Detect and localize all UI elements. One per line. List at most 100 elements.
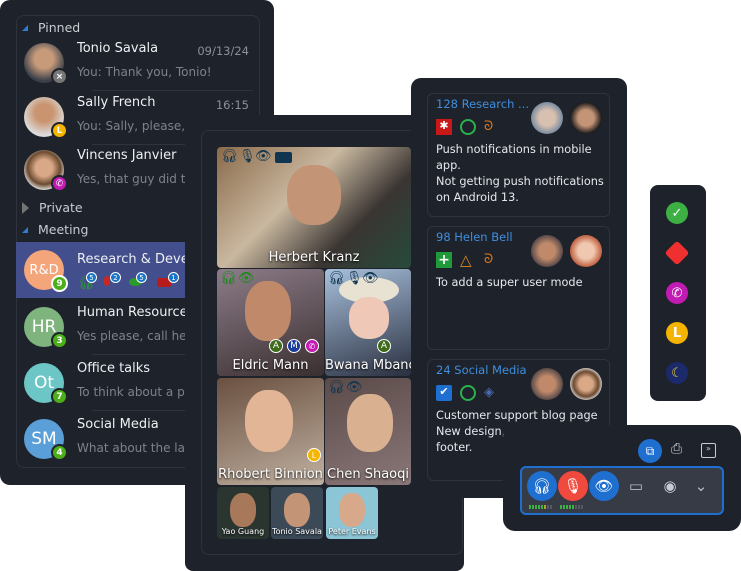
chat-item-tonio[interactable]: × Tonio Savala 09/13/24 You: Thank you, … [16,35,273,91]
assignee-avatar [570,368,602,400]
screen-share-active-icon[interactable]: ⧉ [638,439,662,463]
level-segment [532,505,534,509]
eye-icon: 👁︎ [346,380,363,395]
bug-icon: ✱ [436,119,452,135]
level-segment [575,505,577,509]
video-tile[interactable]: 🎧︎ 👁︎ Chen Shaoqi [325,378,411,485]
level-segment [581,505,583,509]
away-status-icon[interactable]: L [666,322,688,344]
on-call-icon: ✆ [305,339,319,353]
available-status-icon[interactable]: ✓ [666,202,688,224]
offline-icon: × [51,68,68,85]
expanded-icon [22,24,28,31]
member-count: 4 [51,444,68,461]
meeting-name: Office talks [77,361,151,376]
message-preview: What about the late [77,441,198,455]
level-segment [541,505,543,509]
task-title: 24 Social Media [436,363,527,377]
more-chevron-icon[interactable]: ⌄ [686,471,716,501]
task-card[interactable]: 128 Research ... ✱ ᘐ Push notifications … [427,93,610,217]
mic-toggle[interactable]: 🎙︎ [558,471,588,501]
section-label: Private [39,200,83,215]
role-badge: A [269,339,283,353]
away-clock-icon: L [51,122,68,139]
level-segment [566,505,568,509]
mic-icon: 🎙︎ [239,149,256,164]
layers-icon: ◈ [484,385,494,400]
video-tile-small[interactable]: Yao Guang [217,487,269,539]
expand-panel-icon[interactable]: » [701,443,716,458]
level-segment [560,505,562,509]
headphones-count: 5 [86,272,97,283]
share-screen-icon[interactable]: ⎙ [671,441,682,457]
member-count: 9 [51,275,68,292]
message-preview: Yes please, call her a [77,329,203,343]
contact-name: Tonio Savala [77,41,159,56]
camera-toggle[interactable]: ▭ [621,471,651,501]
circle-status-icon [460,119,476,135]
level-segment [535,505,537,509]
assignee-icon: ᘐ [484,252,494,267]
section-private[interactable]: Private [22,200,83,215]
level-segment [563,505,565,509]
video-tile-main[interactable]: 🎧︎ 🎙︎ 👁︎ Herbert Kranz [217,147,411,268]
participant-name: Eldric Mann [232,358,309,373]
contact-name: Sally French [77,95,156,110]
triangle-priority-icon: △ [460,251,472,269]
section-meeting[interactable]: Meeting [22,222,88,237]
on-call-status-icon[interactable]: ✆ [666,282,688,304]
participant-name: Peter Evans [328,527,376,536]
participant-photo [245,281,291,341]
video-tile[interactable]: L Rhobert Binnion [217,378,324,485]
level-segment [544,505,546,509]
mic-count: 2 [110,272,121,283]
role-badge: A [377,339,391,353]
task-card[interactable]: 98 Helen Bell + △ ᘐ To add a super user … [427,226,610,350]
task-title: 98 Helen Bell [436,230,513,244]
participant-name: Herbert Kranz [268,250,360,265]
participant-name: Bwana Mbano [325,358,411,373]
headphones-icon: 🎧︎ [328,380,345,395]
expanded-icon [22,226,28,233]
assignee-avatar [570,235,602,267]
level-segment [569,505,571,509]
plus-icon: + [436,252,452,268]
timestamp: 09/13/24 [197,44,249,58]
eye-icon: 👁︎ [362,271,379,286]
on-call-icon: ✆ [51,175,68,192]
level-segment [529,505,531,509]
task-title: 128 Research ... [436,97,529,111]
participant-photo [287,165,341,225]
eye-icon: 👁︎ [238,271,255,286]
section-pinned[interactable]: Pinned [22,20,80,35]
collapsed-icon [22,201,29,214]
circle-status-icon [460,385,476,401]
participant-name: Tonio Savala [272,527,322,536]
night-status-icon[interactable]: ☾ [666,362,688,384]
headphones-icon: 🎧︎ [221,149,238,164]
section-label: Pinned [38,20,81,35]
section-label: Meeting [38,222,89,237]
mic-level-meter [560,505,583,509]
level-segment [550,505,552,509]
timestamp: 16:15 [215,98,249,112]
level-segment [572,505,574,509]
away-clock-icon: L [307,448,321,462]
view-toggle[interactable]: 👁︎ [589,471,619,501]
task-description: Push notifications in mobile app. Not get… [436,143,604,204]
participant-name: Chen Shaoqi [327,467,409,482]
video-tile[interactable]: 🎧︎ 🎙︎ 👁︎ A Bwana Mbano [325,269,411,376]
headphones-toggle[interactable]: 🎧︎ [527,471,557,501]
participant-name: Rhobert Binnion [218,467,323,482]
video-tile[interactable]: 🎧︎ 👁︎ A M ✆ Eldric Mann [217,269,324,376]
headphones-icon: 🎧︎ [328,271,345,286]
level-segment [547,505,549,509]
headphones-icon: 🎧︎ [220,271,237,286]
contact-name: Vincens Janvier [77,148,177,163]
video-tile-small[interactable]: Peter Evans [326,487,378,539]
video-tile-small[interactable]: Tonio Savala [271,487,323,539]
level-segment [578,505,580,509]
record-button[interactable]: ◉ [655,471,685,501]
task-description: To add a super user mode [436,276,583,289]
participant-photo [245,390,293,452]
